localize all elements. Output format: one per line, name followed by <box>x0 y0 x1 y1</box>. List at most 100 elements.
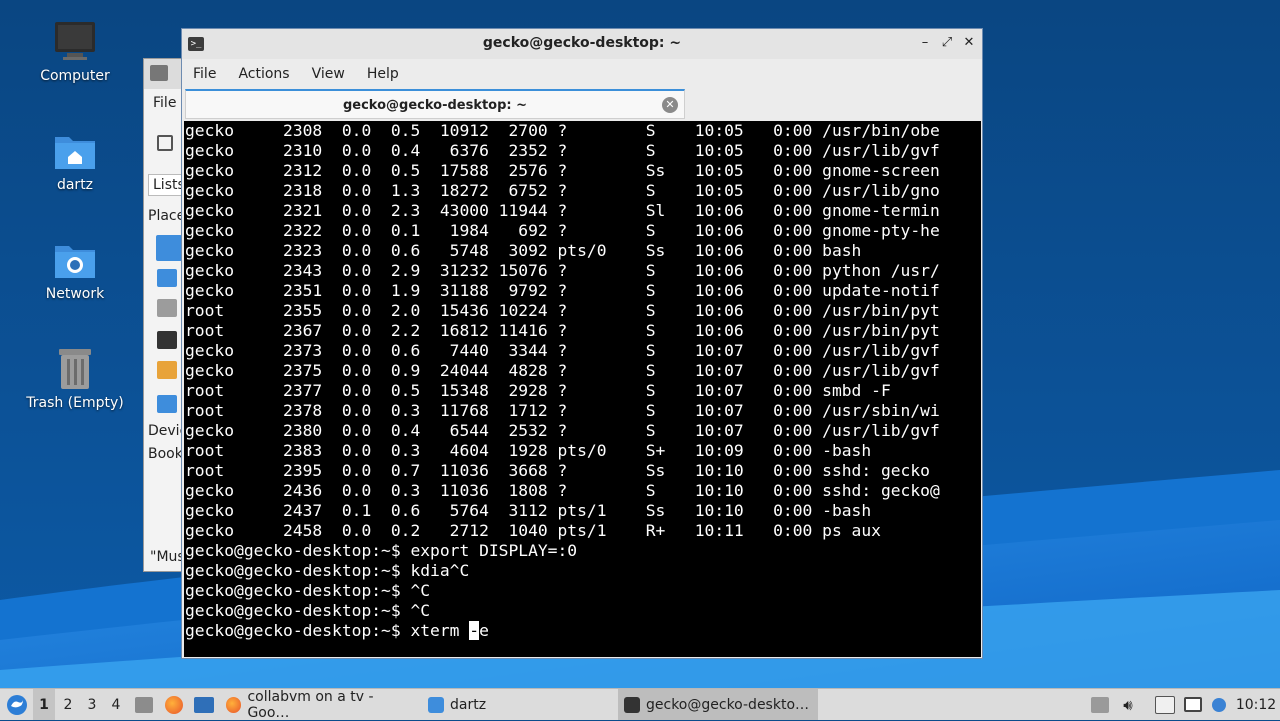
file-manager-lists[interactable]: Lists <box>148 174 184 196</box>
terminal-titlebar[interactable]: >_ gecko@gecko-desktop: ~ – ⤢ ✕ <box>182 29 982 59</box>
terminal-prompt-line[interactable]: gecko@gecko-desktop:~$ xterm -e <box>184 621 981 641</box>
terminal-output: gecko 2308 0.0 0.5 10912 2700 ? S 10:05 … <box>184 121 981 621</box>
terminal-line: root 2367 0.0 2.2 16812 11416 ? S 10:06 … <box>185 321 940 340</box>
tray-notifications[interactable] <box>1210 689 1228 720</box>
desktop-icon-network[interactable]: Network <box>10 238 140 302</box>
terminal-line: gecko@gecko-desktop:~$ ^C <box>185 601 431 620</box>
computer-icon[interactable] <box>157 331 177 349</box>
terminal-window[interactable]: >_ gecko@gecko-desktop: ~ – ⤢ ✕ File Act… <box>181 28 983 659</box>
terminal-line: gecko 2351 0.0 1.9 31188 9792 ? S 10:06 … <box>185 281 940 300</box>
maximize-button[interactable]: ⤢ <box>940 34 954 52</box>
tray-arrow-icon <box>1091 696 1109 713</box>
network-icon <box>1184 697 1202 712</box>
tray-network[interactable] <box>1182 689 1204 720</box>
task-firefox[interactable]: collabvm on a tv - Goo… <box>220 688 420 721</box>
clock[interactable]: 10:12 <box>1236 689 1276 720</box>
task-label: collabvm on a tv - Goo… <box>247 688 374 721</box>
menu-actions[interactable]: Actions <box>227 66 300 82</box>
file-manager-menu-file[interactable]: File <box>153 95 176 111</box>
launcher-firefox[interactable] <box>163 689 185 720</box>
terminal-line: gecko 2308 0.0 0.5 10912 2700 ? S 10:05 … <box>185 121 940 140</box>
terminal-line: root 2377 0.0 0.5 15348 2928 ? S 10:07 0… <box>185 381 891 400</box>
workspace-3[interactable]: 3 <box>81 689 103 720</box>
terminal-line: gecko 2437 0.1 0.6 5764 3112 pts/1 Ss 10… <box>185 501 872 520</box>
trash-icon <box>59 349 91 389</box>
notification-icon <box>1212 697 1226 712</box>
menu-help[interactable]: Help <box>356 66 410 82</box>
file-manager-places: Place <box>148 208 185 224</box>
workspace-4[interactable]: 4 <box>105 689 127 720</box>
file-cabinet-icon <box>135 696 153 713</box>
desktop-icon-trash[interactable]: Trash (Empty) <box>10 347 140 411</box>
workspace-1[interactable]: 1 <box>33 689 55 720</box>
terminal-line: gecko 2321 0.0 2.3 43000 11944 ? Sl 10:0… <box>185 201 940 220</box>
menu-file[interactable]: File <box>182 66 227 82</box>
terminal-menubar: File Actions View Help <box>182 59 982 89</box>
workspace-2[interactable]: 2 <box>57 689 79 720</box>
home-icon[interactable] <box>156 235 182 261</box>
tab-close-icon[interactable]: ✕ <box>662 97 678 113</box>
desktop-icon-label: Computer <box>40 68 110 84</box>
new-window-icon[interactable] <box>157 135 173 151</box>
taskbar: 1 2 3 4 collabvm on a tv - Goo… dartz ge… <box>0 688 1280 721</box>
terminal-line: gecko 2312 0.0 0.5 17588 2576 ? Ss 10:05… <box>185 161 940 180</box>
task-dartz[interactable]: dartz <box>422 689 612 720</box>
apps-icon[interactable] <box>157 361 177 379</box>
computer-icon <box>55 22 95 60</box>
home-folder-icon <box>55 137 95 169</box>
trash-icon[interactable] <box>157 299 177 317</box>
show-desktop-icon <box>194 696 214 713</box>
xfce-logo-icon <box>7 694 27 715</box>
terminal-tabbar: gecko@gecko-desktop: ~ ✕ <box>185 89 980 119</box>
close-button[interactable]: ✕ <box>962 34 976 52</box>
terminal-line: gecko 2322 0.0 0.1 1984 692 ? S 10:06 0:… <box>185 221 940 240</box>
terminal-line: gecko@gecko-desktop:~$ export DISPLAY=:0 <box>185 541 578 560</box>
file-manager-bookmarks: Book <box>148 446 183 462</box>
terminal-line: root 2355 0.0 2.0 15436 10224 ? S 10:06 … <box>185 301 940 320</box>
file-manager-devices: Devic <box>148 423 185 439</box>
terminal-line: gecko 2310 0.0 0.4 6376 2352 ? S 10:05 0… <box>185 141 940 160</box>
network-icon[interactable] <box>157 395 177 413</box>
terminal-line: gecko 2375 0.0 0.9 24044 4828 ? S 10:07 … <box>185 361 940 380</box>
terminal-tab[interactable]: gecko@gecko-desktop: ~ ✕ <box>185 89 685 119</box>
terminal-line: gecko 2343 0.0 2.9 31232 15076 ? S 10:06… <box>185 261 940 280</box>
terminal-icon <box>624 696 640 713</box>
folder-icon <box>150 65 168 81</box>
tray-volume[interactable]: 🔊︎ <box>1118 689 1138 720</box>
desktop-icon-dartz[interactable]: dartz <box>10 129 140 193</box>
text-cursor: - <box>469 621 480 640</box>
app-menu-button[interactable] <box>4 689 30 720</box>
task-terminal[interactable]: gecko@gecko-deskto… <box>618 689 818 720</box>
terminal-line: root 2383 0.0 0.3 4604 1928 pts/0 S+ 10:… <box>185 441 872 460</box>
desktop-icon-label: Trash (Empty) <box>26 395 124 411</box>
launcher-desktop[interactable] <box>193 689 215 720</box>
tray-expand[interactable] <box>1090 689 1110 720</box>
terminal-line: gecko 2373 0.0 0.6 7440 3344 ? S 10:07 0… <box>185 341 940 360</box>
terminal-line: gecko@gecko-desktop:~$ kdia^C <box>185 561 470 580</box>
volume-icon: 🔊︎ <box>1123 695 1133 714</box>
tab-label: gecko@gecko-desktop: ~ <box>342 98 528 113</box>
window-title: gecko@gecko-desktop: ~ <box>482 35 682 51</box>
terminal-line: gecko 2458 0.0 0.2 2712 1040 pts/1 R+ 10… <box>185 521 881 540</box>
terminal-line: gecko 2436 0.0 0.3 11036 1808 ? S 10:10 … <box>185 481 940 500</box>
desktop-icon-computer[interactable]: Computer <box>10 20 140 84</box>
terminal-line: gecko 2323 0.0 0.6 5748 3092 pts/0 Ss 10… <box>185 241 862 260</box>
tray-clipboard[interactable] <box>1155 689 1175 720</box>
clipboard-icon <box>1155 695 1175 714</box>
minimize-button[interactable]: – <box>918 34 932 52</box>
prompt-text: gecko@gecko-desktop:~$ xterm <box>185 621 470 640</box>
terminal-line: gecko 2380 0.0 0.4 6544 2532 ? S 10:07 0… <box>185 421 940 440</box>
terminal-line: gecko@gecko-desktop:~$ ^C <box>185 581 431 600</box>
folder-icon <box>428 696 444 713</box>
terminal-line: root 2378 0.0 0.3 11768 1712 ? S 10:07 0… <box>185 401 940 420</box>
file-manager-titlebar[interactable] <box>144 59 184 89</box>
task-label: dartz <box>450 696 487 713</box>
launcher-files[interactable] <box>134 689 154 720</box>
firefox-icon <box>226 696 242 713</box>
menu-view[interactable]: View <box>301 66 356 82</box>
desktop-icon-label: dartz <box>56 177 94 193</box>
file-manager-status: "Mus <box>150 549 185 565</box>
file-manager-window[interactable]: File Lists Place Devic Book "Mus <box>143 58 185 572</box>
terminal-screen[interactable]: gecko 2308 0.0 0.5 10912 2700 ? S 10:05 … <box>184 121 981 657</box>
desktop-icon[interactable] <box>157 269 177 287</box>
